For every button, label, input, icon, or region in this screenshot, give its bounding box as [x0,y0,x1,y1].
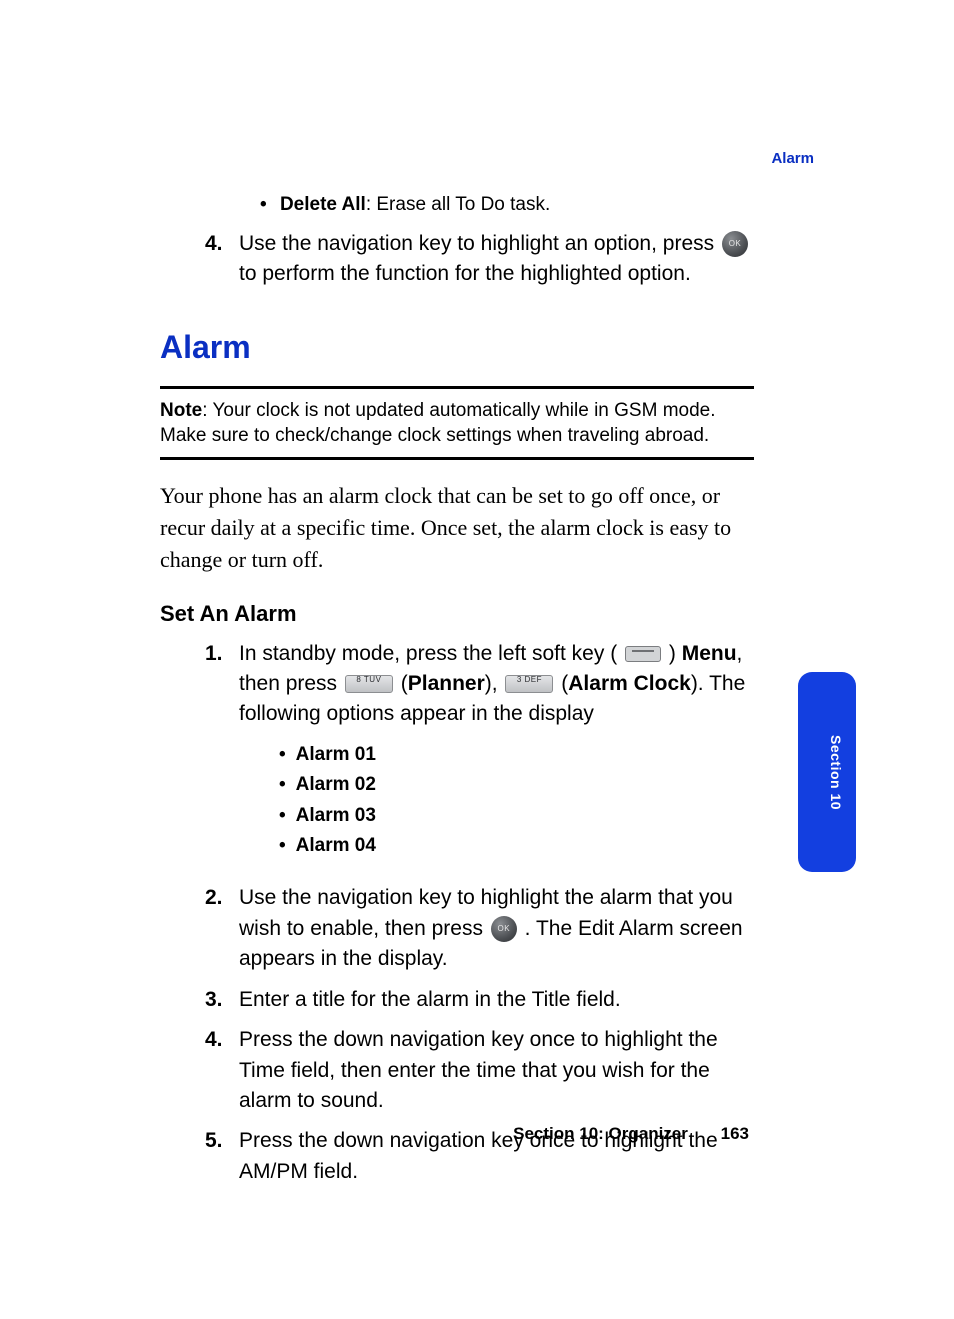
ok-icon [491,916,517,942]
bullet-rest: : Erase all To Do task. [366,194,550,215]
step1-planner: Planner [408,672,485,695]
step-3: 3. Enter a title for the alarm in the Ti… [205,985,754,1015]
footer-section: Section 10: Organizer [513,1124,688,1143]
step-number: 3. [205,985,239,1015]
ok-icon [722,231,748,257]
step3-text: Enter a title for the alarm in the Title… [239,985,754,1015]
step-number: 4. [205,1025,239,1116]
section-heading-alarm: Alarm [160,329,754,366]
step4-text: Press the down navigation key once to hi… [239,1025,754,1116]
step-number: 1. [205,639,239,874]
running-header: Alarm [160,150,814,167]
bullet-bold: Delete All [280,194,366,215]
subheading-set-an-alarm: Set An Alarm [160,601,754,627]
step1-d: ), [485,672,504,695]
step1-b: ) [669,642,682,665]
divider-top [160,386,754,389]
side-tab-label: Section 10 [828,735,844,810]
alarm-item: •Alarm 03 [279,801,754,831]
alarm-item: •Alarm 04 [279,831,754,861]
step-4: 4. Press the down navigation key once to… [205,1025,754,1116]
alarm-item: •Alarm 01 [279,740,754,770]
step1-menu: Menu [682,642,737,665]
page: Alarm • Delete All: Erase all To Do task… [0,0,954,1319]
note-bold: Note [160,400,202,421]
key-8-icon: 8 TUV [345,675,393,693]
divider-bottom [160,457,754,460]
step-text-part1: Use the navigation key to highlight an o… [239,232,720,255]
top-step-4: 4. Use the navigation key to highlight a… [205,229,754,290]
footer-page-number: 163 [721,1124,749,1143]
bullet-delete-all: • Delete All: Erase all To Do task. [260,192,754,219]
page-footer: Section 10: Organizer 163 [513,1124,749,1144]
step-text-part2: to perform the function for the highligh… [239,262,691,285]
step1-alarmclock: Alarm Clock [568,672,691,695]
step-2: 2. Use the navigation key to highlight t… [205,883,754,974]
note-block: Note: Your clock is not updated automati… [160,399,754,448]
step-number: 5. [205,1126,239,1187]
alarm-item: •Alarm 02 [279,770,754,800]
step1-a: In standby mode, press the left soft key… [239,642,623,665]
alarm-list: •Alarm 01 •Alarm 02 •Alarm 03 •Alarm 04 [279,740,754,862]
intro-paragraph: Your phone has an alarm clock that can b… [160,480,754,576]
key-3-icon: 3 DEF [505,675,553,693]
step-number: 2. [205,883,239,974]
step-1: 1. In standby mode, press the left soft … [205,639,754,874]
softkey-icon [625,646,661,662]
note-text: : Your clock is not updated automaticall… [160,400,716,446]
side-tab [798,672,856,872]
step-number: 4. [205,229,239,290]
